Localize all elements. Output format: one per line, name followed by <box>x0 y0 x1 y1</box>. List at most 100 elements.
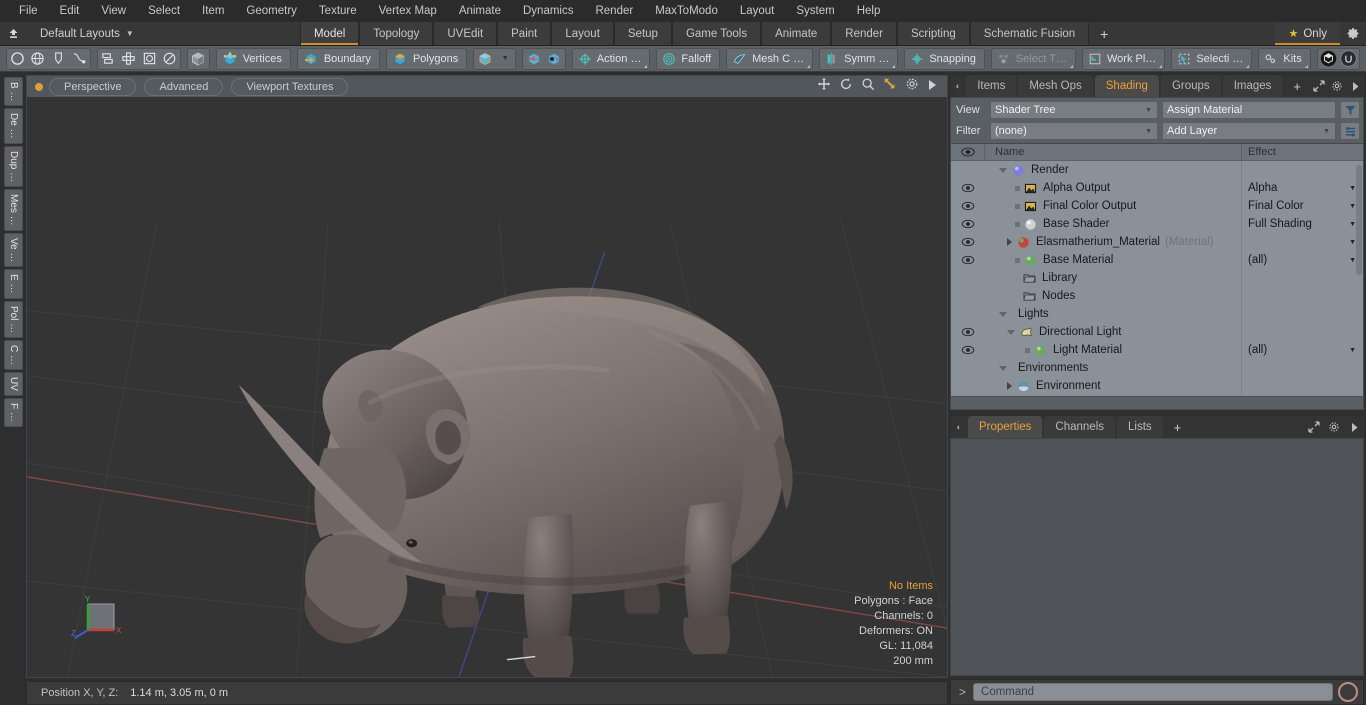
panel-menu-dot-icon[interactable]: ◐ <box>950 416 968 438</box>
command-input[interactable]: Command <box>973 683 1333 701</box>
curve-icon[interactable] <box>69 49 90 69</box>
twisty-right-icon[interactable] <box>1007 238 1012 246</box>
pen-icon[interactable] <box>48 49 69 69</box>
add-layer-dropdown[interactable]: Add Layer ▼ <box>1162 122 1336 140</box>
tab-render[interactable]: Render <box>831 22 898 45</box>
menu-item-maxtomodo[interactable]: MaxToModo <box>644 0 729 22</box>
menu-item-vertex-map[interactable]: Vertex Map <box>368 0 448 22</box>
unreal-icon[interactable] <box>1338 49 1359 69</box>
row-effect-cell[interactable] <box>1241 377 1363 395</box>
table-row[interactable]: Directional Light <box>951 323 1363 341</box>
twisty-down-icon[interactable] <box>999 311 1007 317</box>
cube-icon[interactable] <box>474 49 495 69</box>
row-effect-cell[interactable]: Alpha ▼ <box>1241 179 1363 197</box>
twisty-down-icon[interactable] <box>999 365 1007 371</box>
menu-item-animate[interactable]: Animate <box>448 0 512 22</box>
vtab-uv[interactable]: UV <box>4 371 23 396</box>
tab-layout[interactable]: Layout <box>551 22 614 45</box>
tab-uvedit[interactable]: UVEdit <box>433 22 498 45</box>
mode-boundary-button[interactable]: Boundary <box>296 47 380 70</box>
tab-setup[interactable]: Setup <box>613 22 672 45</box>
expand-icon[interactable] <box>1304 416 1324 438</box>
gear-icon[interactable] <box>1328 75 1346 97</box>
table-row[interactable]: Environment <box>951 377 1363 395</box>
row-effect-cell[interactable]: Final Color ▼ <box>1241 197 1363 215</box>
table-row[interactable]: Environments <box>951 359 1363 377</box>
tab-schematic-fusion[interactable]: Schematic Fusion <box>969 22 1090 45</box>
shader-tree-scrollbar[interactable] <box>1356 165 1362 275</box>
list-options-icon[interactable] <box>1340 122 1360 140</box>
menu-item-texture[interactable]: Texture <box>308 0 368 22</box>
vtab-deform[interactable]: De … <box>4 108 23 145</box>
vtab-basic[interactable]: B … <box>4 77 23 107</box>
row-eye-cell[interactable] <box>951 327 985 337</box>
add-tab-button[interactable]: + <box>1089 22 1120 45</box>
table-row[interactable]: Library <box>951 269 1363 287</box>
viewport-projection-selector[interactable]: Perspective <box>49 77 137 96</box>
row-eye-cell[interactable] <box>951 219 985 229</box>
vtab-vertex[interactable]: Ve … <box>4 232 23 268</box>
row-eye-cell[interactable] <box>951 183 985 193</box>
row-effect-cell[interactable]: (all) ▼ <box>1241 251 1363 269</box>
play-icon[interactable] <box>927 78 937 96</box>
align-icon[interactable] <box>98 49 119 69</box>
tab-groups[interactable]: Groups <box>1160 75 1221 97</box>
tab-paint[interactable]: Paint <box>497 22 552 45</box>
snapping-button[interactable]: Snapping <box>904 47 985 70</box>
menu-item-view[interactable]: View <box>90 0 137 22</box>
gear-icon[interactable] <box>1340 22 1366 45</box>
row-effect-cell[interactable]: Full Shading ▼ <box>1241 215 1363 233</box>
row-effect-cell[interactable] <box>1241 287 1363 305</box>
vtab-mesh[interactable]: Mes … <box>4 189 23 231</box>
record-circle-icon[interactable] <box>1338 682 1358 702</box>
row-eye-cell[interactable] <box>951 345 985 355</box>
square-circle-icon[interactable] <box>139 49 160 69</box>
menu-item-help[interactable]: Help <box>846 0 892 22</box>
menu-item-render[interactable]: Render <box>584 0 644 22</box>
viewport-shading-selector[interactable]: Advanced <box>144 77 224 96</box>
table-row[interactable]: Base Material (all) ▼ <box>951 251 1363 269</box>
add-properties-tab-button[interactable]: + <box>1165 416 1191 438</box>
falloff-button[interactable]: Falloff <box>656 47 721 70</box>
center-icon[interactable] <box>118 49 139 69</box>
kits-button[interactable]: Kits <box>1258 47 1311 70</box>
row-eye-cell[interactable] <box>951 237 985 247</box>
zoom-icon[interactable] <box>861 77 875 96</box>
vtab-fusion[interactable]: F … <box>4 397 23 427</box>
properties-body[interactable] <box>950 438 1364 676</box>
row-effect-cell[interactable] <box>1241 161 1363 179</box>
select-through-button[interactable]: Select T… <box>990 47 1076 70</box>
cube-solid-icon[interactable] <box>188 49 209 69</box>
table-row[interactable]: Render <box>951 161 1363 179</box>
tab-items[interactable]: Items <box>966 75 1017 97</box>
tab-scripting[interactable]: Scripting <box>897 22 970 45</box>
viewport-3d[interactable]: Y X Z No Items Polygons : Face Channels:… <box>26 97 948 678</box>
arrow-right-icon[interactable] <box>1344 416 1364 438</box>
row-effect-cell[interactable] <box>1241 359 1363 377</box>
snap-b-icon[interactable] <box>544 49 565 69</box>
vtab-polygon[interactable]: Pol … <box>4 300 23 338</box>
action-center-button[interactable]: Action … <box>571 47 651 70</box>
tab-channels[interactable]: Channels <box>1044 416 1116 438</box>
assign-material-field[interactable]: Assign Material <box>1162 101 1336 119</box>
add-panel-tab-button[interactable]: + <box>1284 75 1310 97</box>
tab-shading[interactable]: Shading <box>1094 75 1159 97</box>
globe-icon[interactable] <box>28 49 49 69</box>
circle-slash-icon[interactable] <box>159 49 180 69</box>
symmetry-button[interactable]: Symm … <box>819 47 899 70</box>
expand-icon[interactable] <box>1310 75 1328 97</box>
snap-a-icon[interactable] <box>523 49 544 69</box>
menu-item-dynamics[interactable]: Dynamics <box>512 0 584 22</box>
home-up-icon[interactable] <box>0 22 26 45</box>
vtab-edge[interactable]: E … <box>4 269 23 299</box>
mode-vertices-button[interactable]: Vertices <box>215 47 291 70</box>
table-row[interactable]: Final Color Output Final Color ▼ <box>951 197 1363 215</box>
view-dropdown[interactable]: Shader Tree ▼ <box>990 101 1158 119</box>
twisty-down-icon[interactable] <box>1007 329 1015 335</box>
menu-item-file[interactable]: File <box>8 0 49 22</box>
tab-animate[interactable]: Animate <box>761 22 832 45</box>
tab-topology[interactable]: Topology <box>359 22 434 45</box>
menu-item-geometry[interactable]: Geometry <box>235 0 308 22</box>
gear-icon[interactable] <box>1324 416 1344 438</box>
table-row[interactable]: Alpha Output Alpha ▼ <box>951 179 1363 197</box>
